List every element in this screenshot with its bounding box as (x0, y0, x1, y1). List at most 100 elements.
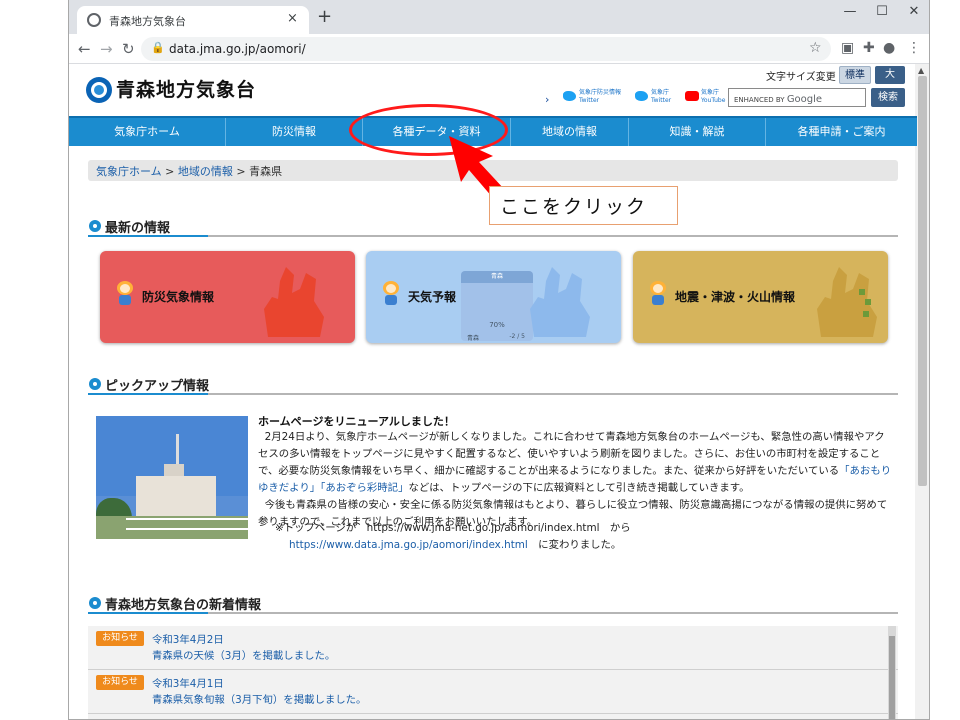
list-item[interactable]: お知らせ 令和3年4月2日 青森県の天候（3月）を掲載しました。 (88, 626, 898, 670)
banner-label: 地震・津波・火山情報 (675, 290, 796, 304)
nav-applications[interactable]: 各種申請・ご案内 (766, 118, 917, 146)
link-new-url[interactable]: https://www.data.jma.go.jp/aomori/index.… (289, 539, 528, 551)
nav-knowledge[interactable]: 知識・解説 (629, 118, 766, 146)
pickup-old-url: ※トップページが https://www.jma-net.go.jp/aomor… (275, 522, 631, 534)
breadcrumb-sep: > (161, 165, 178, 178)
section-pickup-heading: ピックアップ情報 (88, 373, 898, 395)
forward-icon[interactable]: → (100, 40, 113, 58)
banner-label: 天気予報 (408, 290, 457, 304)
menu-icon[interactable]: ⋮ (907, 40, 921, 56)
tab-title: 青森地方気象台 (109, 15, 186, 28)
banner-disaster-info[interactable]: 防災気象情報 (100, 251, 355, 343)
aomori-map-icon (530, 267, 590, 337)
profile-icon[interactable]: ● (883, 40, 895, 56)
youtube-jma-link[interactable]: 気象庁 YouTube (685, 89, 725, 107)
address-url: data.jma.go.jp/aomori/ (169, 42, 306, 56)
scroll-thumb[interactable] (918, 76, 927, 486)
browser-toolbar: ← → ↻ 🔒 data.jma.go.jp/aomori/ ☆ ▣ ✚ ● ⋮ (69, 34, 929, 64)
new-tab-button[interactable]: + (317, 6, 332, 27)
bookmark-star-icon[interactable]: ☆ (809, 40, 822, 56)
back-icon[interactable]: ← (78, 40, 91, 58)
social-line1: 気象庁 (651, 89, 670, 96)
logo-core (94, 85, 104, 95)
bullet-icon (89, 597, 101, 609)
nav-regional-info[interactable]: 地域の情報 (511, 118, 629, 146)
maximize-icon[interactable]: ☐ (867, 4, 897, 19)
observatory-photo (96, 416, 248, 539)
bullet-icon (89, 378, 101, 390)
twitter-jma-link[interactable]: 気象庁 Twitter (635, 89, 671, 107)
pickup-url-end: に変わりました。 (527, 539, 622, 551)
notice-badge: お知らせ (96, 631, 144, 646)
news-scroll-thumb[interactable] (889, 636, 895, 719)
twitter-bosai-link[interactable]: 気象庁防災情報 Twitter (563, 89, 621, 107)
banner-label: 防災気象情報 (142, 290, 215, 304)
social-line1: 気象庁防災情報 (579, 89, 622, 96)
breadcrumb-home[interactable]: 気象庁ホーム (96, 165, 162, 178)
heading-accent (88, 235, 208, 237)
social-line2: Twitter (579, 97, 600, 104)
pickup-new-url-line: https://www.data.jma.go.jp/aomori/index.… (289, 536, 621, 551)
extension-icon[interactable]: ▣ (841, 40, 854, 56)
search-prefix: ENHANCED BY (734, 96, 785, 104)
puzzle-icon[interactable]: ✚ (863, 40, 875, 56)
aomori-map-icon (817, 267, 877, 337)
link-aozora[interactable]: 「あおぞら彩時記」 (320, 482, 408, 494)
tab-strip: 青森地方気象台 × + — ☐ ✕ (69, 0, 929, 34)
news-list: お知らせ 令和3年4月2日 青森県の天候（3月）を掲載しました。 お知らせ 令和… (88, 626, 898, 719)
site-search-input[interactable]: ENHANCED BY Google (728, 88, 866, 107)
site-title[interactable]: 青森地方気象台 (116, 75, 256, 102)
mascot-icon (379, 281, 403, 307)
jma-logo-icon[interactable] (86, 77, 112, 103)
twitter-icon (563, 91, 576, 101)
twitter-icon (635, 91, 648, 101)
news-date[interactable]: 令和3年4月1日 (152, 675, 224, 690)
browser-tab[interactable]: 青森地方気象台 × (77, 6, 309, 34)
news-text[interactable]: 青森県気象旬報（3月下旬）を掲載しました。 (152, 691, 366, 706)
page-scrollbar[interactable]: ▲ (915, 64, 929, 719)
section-title: 最新の情報 (105, 221, 171, 236)
breadcrumb-regional[interactable]: 地域の情報 (178, 165, 233, 178)
minimize-icon[interactable]: — (835, 4, 865, 19)
section-news-heading: 青森地方気象台の新着情報 (88, 592, 898, 614)
globe-icon (87, 13, 101, 27)
notice-badge: お知らせ (96, 675, 144, 690)
mascot-icon (646, 281, 670, 307)
banner-weather-forecast[interactable]: 天気予報 青森 70% 青森 -2 / 5 (366, 251, 621, 343)
section-title: 青森地方気象台の新着情報 (105, 598, 262, 613)
section-title: ピックアップ情報 (105, 379, 210, 394)
social-line2: YouTube (701, 97, 726, 104)
address-bar[interactable]: 🔒 data.jma.go.jp/aomori/ ☆ (141, 37, 831, 61)
pickup-title: ホームページをリニューアルしました！ (258, 415, 455, 428)
news-date[interactable]: 令和3年4月2日 (152, 631, 224, 646)
pickup-paragraph-1: 2月24日より、気象庁ホームページが新しくなりました。これに合わせて青森地方気象… (258, 431, 885, 477)
close-window-icon[interactable]: ✕ (899, 4, 929, 19)
reload-icon[interactable]: ↻ (122, 40, 135, 58)
heading-accent (88, 393, 208, 395)
tab-close-icon[interactable]: × (287, 11, 298, 26)
aomori-map-icon (264, 267, 324, 337)
font-size-label: 文字サイズ変更 (766, 72, 836, 83)
news-scrollbar[interactable] (888, 626, 896, 719)
list-item[interactable]: お知らせ 令和3年4月1日 青森県気象旬報（3月下旬）を掲載しました。 (88, 670, 898, 714)
heading-accent (88, 612, 208, 614)
banner-earthquake-tsunami-volcano[interactable]: 地震・津波・火山情報 (633, 251, 888, 343)
font-standard-button[interactable]: 標準 (839, 66, 871, 84)
news-text[interactable]: 青森県の天候（3月）を掲載しました。 (152, 647, 335, 662)
search-button[interactable]: 検索 (871, 88, 905, 107)
font-large-button[interactable]: 大 (875, 66, 905, 84)
browser-window: 青森地方気象台 × + — ☐ ✕ ← → ↻ 🔒 data.jma.go.jp… (68, 0, 930, 720)
social-line2: Twitter (651, 97, 672, 104)
chevron-right-icon: › (545, 93, 550, 106)
mascot-icon (113, 281, 137, 307)
bullet-icon (89, 220, 101, 232)
pickup-body: 2月24日より、気象庁ホームページが新しくなりました。これに合わせて青森地方気象… (258, 429, 893, 531)
pickup-paragraph-1-end: などは、トップページの下に広報資料として引き続き掲載していきます。 (408, 482, 750, 494)
callout-box: ここをクリック (489, 186, 678, 225)
nav-jma-home[interactable]: 気象庁ホーム (69, 118, 226, 146)
scroll-up-icon[interactable]: ▲ (918, 66, 924, 75)
nav-disaster-info[interactable]: 防災情報 (226, 118, 363, 146)
breadcrumb-sep: > (232, 165, 250, 178)
lock-icon: 🔒 (151, 41, 165, 54)
forecast-city: 青森 (467, 335, 480, 342)
